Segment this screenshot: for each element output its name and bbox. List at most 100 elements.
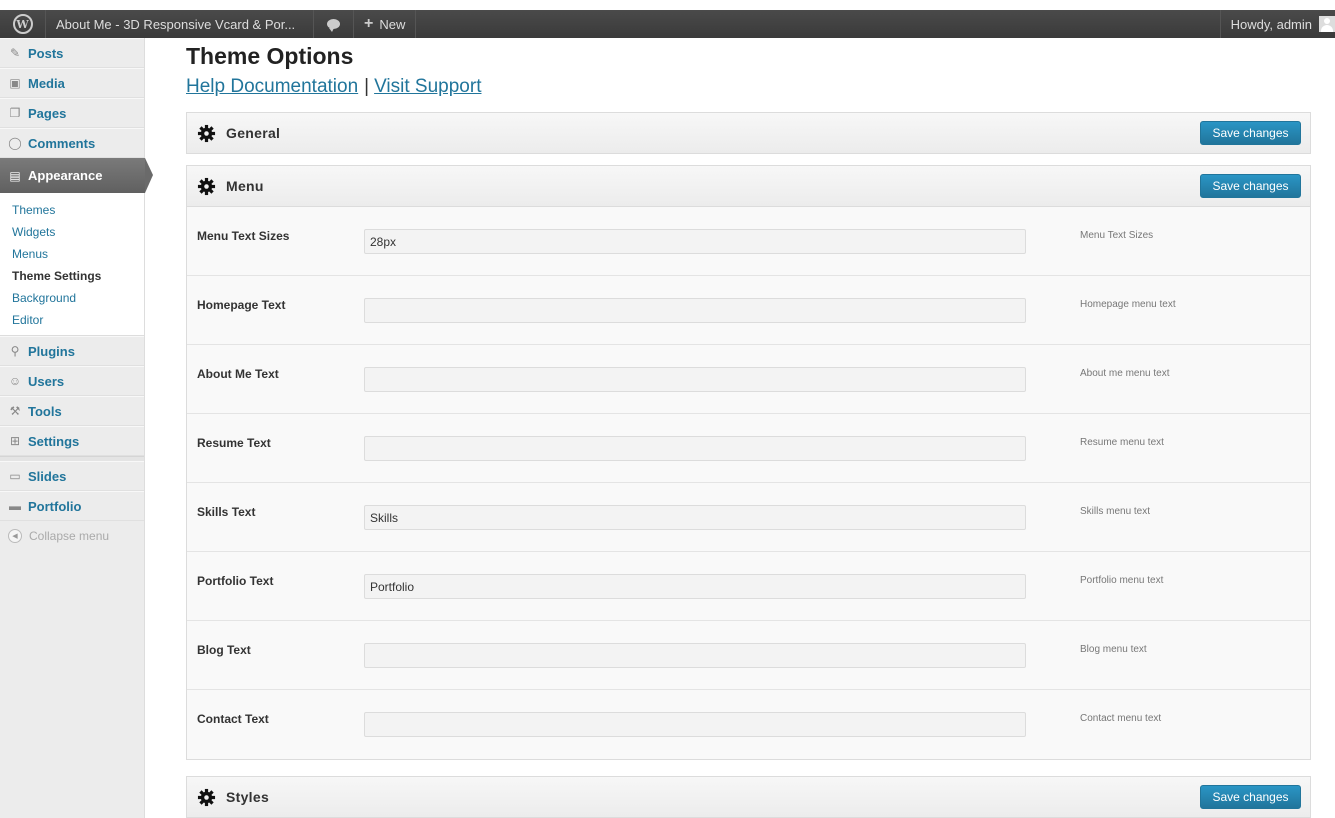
tools-icon: ⚒ xyxy=(9,404,21,418)
skills-text-input[interactable] xyxy=(364,505,1026,530)
option-row-skills-text: Skills Text Skills menu text xyxy=(187,483,1310,552)
submenu-editor[interactable]: Editor xyxy=(0,309,144,331)
option-description: Skills menu text xyxy=(1080,506,1151,517)
option-row-resume-text: Resume Text Resume menu text xyxy=(187,414,1310,483)
new-label: New xyxy=(379,16,406,32)
menu-text-sizes-input[interactable] xyxy=(364,229,1026,254)
top-strip xyxy=(0,0,1335,10)
homepage-text-input[interactable] xyxy=(364,298,1026,323)
sidebar-item-label: Plugins xyxy=(28,343,75,359)
general-panel-header[interactable]: General Save changes xyxy=(187,113,1310,153)
sidebar-item-label: Appearance xyxy=(28,168,103,183)
option-row-blog-text: Blog Text Blog menu text xyxy=(187,621,1310,690)
contact-text-input[interactable] xyxy=(364,712,1026,737)
menu-panel: Menu Save changes Menu Text Sizes Menu T… xyxy=(186,165,1311,760)
wp-logo-button[interactable]: W xyxy=(0,10,46,38)
new-content-button[interactable]: + New xyxy=(354,10,417,38)
menu-panel-body: Menu Text Sizes Menu Text Sizes Homepage… xyxy=(187,206,1310,759)
option-description: Blog menu text xyxy=(1080,644,1147,655)
gear-icon xyxy=(197,788,216,806)
comments-icon: ◯ xyxy=(8,136,22,150)
save-changes-button[interactable]: Save changes xyxy=(1200,174,1301,198)
pin-icon: ✎ xyxy=(9,46,21,60)
option-description: Contact menu text xyxy=(1080,713,1162,724)
sidebar-item-users[interactable]: ☺ Users xyxy=(0,366,144,396)
option-description: Resume menu text xyxy=(1080,437,1164,448)
option-description: Portfolio menu text xyxy=(1080,575,1164,586)
gear-icon xyxy=(197,177,216,195)
visit-support-link[interactable]: Visit Support xyxy=(374,76,481,97)
main-content: Theme Options Help Documentation | Visit S… xyxy=(186,38,1311,818)
sidebar-item-label: Portfolio xyxy=(28,498,82,514)
sidebar-item-slides[interactable]: ▭ Slides xyxy=(0,461,144,491)
option-label: Skills Text xyxy=(197,505,256,519)
resume-text-input[interactable] xyxy=(364,436,1026,461)
collapse-label: Collapse menu xyxy=(29,529,110,543)
help-links: Help Documentation | Visit Support xyxy=(186,73,1311,101)
comments-button[interactable] xyxy=(314,10,354,38)
sidebar-item-appearance[interactable]: ▤ Appearance xyxy=(0,158,153,193)
sidebar-item-media[interactable]: ▣ Media xyxy=(0,68,144,98)
appearance-icon: ▤ xyxy=(9,168,21,183)
option-label: Menu Text Sizes xyxy=(197,229,290,243)
sidebar-item-label: Comments xyxy=(28,135,96,151)
save-changes-button[interactable]: Save changes xyxy=(1200,785,1301,809)
sidebar-item-label: Media xyxy=(28,75,65,91)
portfolio-text-input[interactable] xyxy=(364,574,1026,599)
sidebar-item-portfolio[interactable]: ▬ Portfolio xyxy=(0,491,144,521)
sidebar-item-comments[interactable]: ◯ Comments xyxy=(0,128,144,158)
howdy-label: Howdy, admin xyxy=(1230,16,1312,32)
option-row-about-me-text: About Me Text About me menu text xyxy=(187,345,1310,414)
option-label: Homepage Text xyxy=(197,298,286,312)
sidebar-item-settings[interactable]: ⊞ Settings xyxy=(0,426,144,456)
sidebar-item-label: Tools xyxy=(28,403,62,419)
plug-icon: ⚲ xyxy=(10,344,20,358)
page-title: Theme Options xyxy=(186,43,354,69)
submenu-widgets[interactable]: Widgets xyxy=(0,221,144,243)
sidebar-item-posts[interactable]: ✎ Posts xyxy=(0,38,144,68)
pages-icon: ❐ xyxy=(9,106,21,120)
option-label: About Me Text xyxy=(197,367,279,381)
menu-panel-header[interactable]: Menu Save changes xyxy=(187,166,1310,206)
link-separator: | xyxy=(364,76,370,97)
option-label: Blog Text xyxy=(197,643,251,657)
appearance-submenu: Themes Widgets Menus Theme Settings Back… xyxy=(0,193,144,336)
panel-title: Styles xyxy=(226,789,270,805)
panel-title: General xyxy=(226,125,281,141)
help-documentation-link[interactable]: Help Documentation xyxy=(186,76,358,97)
settings-icon: ⊞ xyxy=(9,434,21,448)
admin-bar: W About Me - 3D Responsive Vcard & Por..… xyxy=(0,10,1335,38)
site-name-link[interactable]: About Me - 3D Responsive Vcard & Por... xyxy=(46,10,314,38)
my-account-button[interactable]: Howdy, admin xyxy=(1219,10,1335,38)
option-row-homepage-text: Homepage Text Homepage menu text xyxy=(187,276,1310,345)
option-row-contact-text: Contact Text Contact menu text xyxy=(187,690,1310,759)
sidebar-item-label: Slides xyxy=(28,468,67,484)
styles-panel-header[interactable]: Styles Save changes xyxy=(187,777,1310,817)
general-panel: General Save changes xyxy=(186,112,1311,154)
collapse-arrow-icon: ◀ xyxy=(8,529,22,543)
sidebar-item-tools[interactable]: ⚒ Tools xyxy=(0,396,144,426)
option-row-menu-text-sizes: Menu Text Sizes Menu Text Sizes xyxy=(187,207,1310,276)
blog-text-input[interactable] xyxy=(364,643,1026,668)
submenu-theme-settings[interactable]: Theme Settings xyxy=(0,265,144,287)
slides-icon: ▭ xyxy=(9,469,21,483)
sidebar-item-label: Pages xyxy=(28,105,67,121)
option-label: Resume Text xyxy=(197,436,271,450)
portfolio-icon: ▬ xyxy=(9,499,21,513)
about-me-text-input[interactable] xyxy=(364,367,1026,392)
submenu-themes[interactable]: Themes xyxy=(0,199,144,221)
admin-sidebar: ✎ Posts ▣ Media ❐ Pages ◯ Comments ▤ App… xyxy=(0,38,153,818)
sidebar-item-label: Posts xyxy=(28,45,64,61)
option-description: Homepage menu text xyxy=(1080,299,1176,310)
option-description: Menu Text Sizes xyxy=(1080,230,1154,241)
collapse-menu-button[interactable]: ◀ Collapse menu xyxy=(0,521,144,551)
sidebar-item-label: Settings xyxy=(28,433,80,449)
sidebar-item-plugins[interactable]: ⚲ Plugins xyxy=(0,336,144,366)
submenu-background[interactable]: Background xyxy=(0,287,144,309)
panel-title: Menu xyxy=(226,178,264,194)
sidebar-item-pages[interactable]: ❐ Pages xyxy=(0,98,144,128)
comment-bubble-icon xyxy=(327,19,340,32)
submenu-menus[interactable]: Menus xyxy=(0,243,144,265)
save-changes-button[interactable]: Save changes xyxy=(1200,121,1301,145)
avatar xyxy=(1319,16,1335,32)
